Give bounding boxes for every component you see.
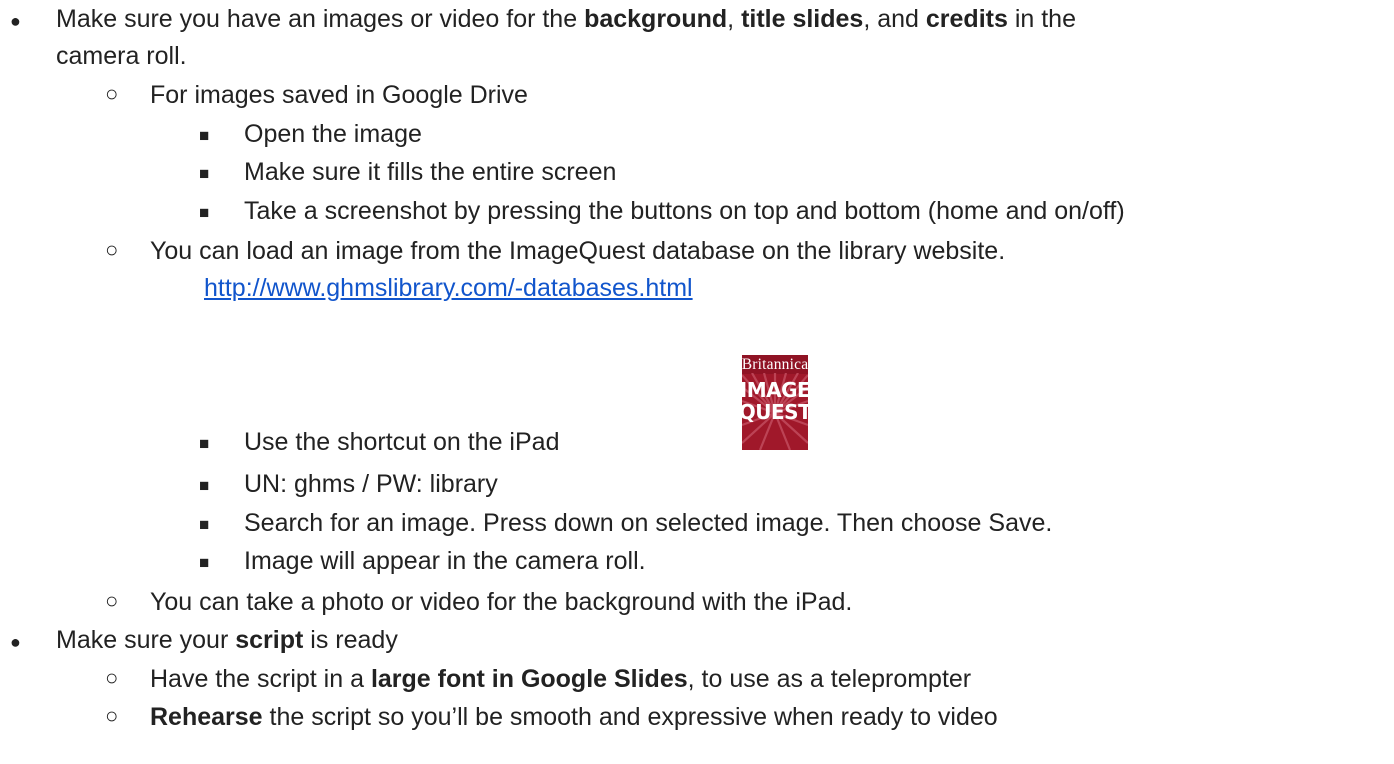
bold-rehearse: Rehearse (150, 703, 263, 731)
list-item-shortcut: Use the shortcut on the iPad (244, 428, 560, 456)
bold-large-font: large font in Google Slides (370, 665, 688, 693)
bullet-level2: ○ (105, 237, 119, 262)
list-item-fill-screen: Make sure it fills the entire screen (244, 158, 617, 186)
bullet-level3: ■ (199, 434, 210, 453)
bullet-level3: ■ (199, 164, 210, 183)
bold-title-slides: title slides (741, 5, 864, 33)
bold-background: background (584, 5, 728, 33)
bullet-level3: ■ (199, 553, 210, 572)
bullet-level3: ■ (199, 203, 210, 222)
list-item-imagequest: You can load an image from the ImageQues… (150, 237, 1006, 265)
list-item-take-photo: You can take a photo or video for the ba… (150, 588, 853, 616)
list-item-camera-roll: Image will appear in the camera roll. (244, 547, 646, 575)
list-item-script-ready: Make sure your script is ready (56, 626, 398, 654)
list-item-rehearse: Rehearse the script so you’ll be smooth … (150, 703, 998, 731)
bullet-level3: ■ (199, 515, 210, 534)
logo-brand-text: Britannica (742, 355, 808, 374)
bullet-level2: ○ (105, 703, 119, 728)
bold-credits: credits (925, 5, 1008, 33)
bold-script: script (235, 626, 304, 654)
britannica-imagequest-logo: Britannica IMAGE QUEST (742, 355, 808, 450)
databases-link[interactable]: http://www.ghmslibrary.com/-databases.ht… (204, 272, 693, 304)
list-item-screenshot: Take a screenshot by pressing the button… (244, 197, 1125, 225)
list-item-continuation: camera roll. (56, 42, 187, 70)
list-item-media-requirements: Make sure you have an images or video fo… (56, 5, 1076, 33)
bullet-level1: ● (10, 632, 21, 652)
list-item-open-image: Open the image (244, 120, 422, 148)
bullet-level2: ○ (105, 588, 119, 613)
bullet-level3: ■ (199, 126, 210, 145)
bullet-level1: ● (10, 11, 21, 31)
logo-title-line2: QUEST (742, 400, 808, 424)
list-item-large-font: Have the script in a large font in Googl… (150, 665, 972, 693)
bullet-level2: ○ (105, 665, 119, 690)
list-item-google-drive: For images saved in Google Drive (150, 81, 528, 109)
bullet-level2: ○ (105, 81, 119, 106)
list-item-credentials: UN: ghms / PW: library (244, 470, 498, 498)
bullet-level3: ■ (199, 476, 210, 495)
logo-title-line1: IMAGE (742, 378, 808, 402)
list-item-search-image: Search for an image. Press down on selec… (244, 509, 1053, 537)
